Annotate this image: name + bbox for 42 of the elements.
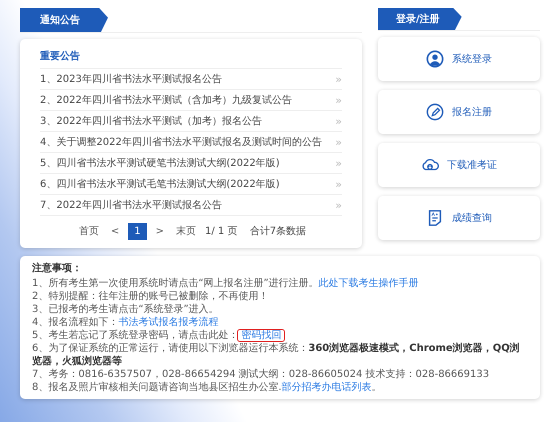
note-link[interactable]: 部分招考办电话列表 [282,382,372,393]
note-text: 3、已报考的考生请点击“系统登录”进入。 [32,303,220,316]
page-info: 1/ 1 页 [204,225,238,238]
prev-page-button[interactable]: < [108,224,122,238]
arrow-glyph: » [335,72,342,86]
note-text: 1、所有考生第一次使用系统时请点击“网上报名注册”进行注册。此处下载考生操作手册 [32,277,420,290]
menu-button[interactable]: 下载准考证 [378,143,540,187]
next-page-button[interactable]: > [152,224,167,238]
note-text: 7、考务：0816-6357507，028-86654294 测试大纲：028-86605024 技术支持：028-86669133 [32,368,490,381]
note-link[interactable]: 书法考试报名报考流程 [118,317,218,328]
notes-title: 注意事项： [32,261,83,275]
last-page-button[interactable]: 末页 [172,222,199,240]
arrow-glyph: » [335,156,342,170]
notice-link[interactable]: 5、四川省书法水平测试硬笔书法测试大纲(2022年版) [40,156,280,170]
note-text: 5、考生若忘记了系统登录密码，请点击此处： 密码找回 [32,329,528,342]
arrow-glyph: » [335,114,342,128]
note-text: 2、特别提醒：往年注册的账号已被删除，不再使用！ [32,290,270,303]
arrow-glyph: » [335,136,342,148]
note-link[interactable]: 此处下载考生操作手册 [318,278,419,289]
notice-link[interactable]: 1、2023年四川省书法水平测试报名公告 [40,72,222,86]
note-link[interactable]: 密码找回 [238,330,284,341]
login-icon [426,50,444,68]
register-icon [426,103,444,121]
score-icon [426,209,444,227]
notice-link[interactable]: 2、2022年四川省书法水平测试（含加考）九级复试公告 [40,93,292,107]
note-text: 8、报名及照片审核相关问题请咨询当地县区招生办公室.部分招考办电话列表。 [32,381,383,394]
notice-link[interactable]: 4、关于调整2022年四川省书法水平测试报名及测试时间的公告 [40,135,322,149]
first-page-button[interactable]: 首页 [76,222,102,240]
menu-button[interactable]: 成绩查询 [378,196,540,240]
arrow-glyph: » [335,198,342,212]
menu-button[interactable]: 报名注册 [378,90,540,134]
total-count: 合计7条数据 [248,224,306,238]
notice-link[interactable]: 7、2022年四川省书法水平测试报名公告 [40,198,222,212]
arrow-glyph: » [335,94,342,106]
menu-button[interactable]: 系统登录 [378,37,540,81]
note-text: 4、报名流程如下：书法考试报名报考流程 [32,316,220,329]
notice-link[interactable]: 6、四川省书法水平测试毛笔书法测试大纲(2022年版) [40,177,280,191]
arrow-glyph: » [335,178,342,190]
section-title: 重要公告 [40,45,342,69]
note-text: 6、为了保证系统的正常运行，请使用以下浏览器运行本系统：360浏览器极速模式，Chrome浏览器，QQ浏览器，火狐浏览器等 [32,342,521,368]
page-button[interactable]: 1 [128,222,147,240]
notice-link[interactable]: 3、2022年四川省书法水平测试（加考）报名公告 [40,114,262,128]
